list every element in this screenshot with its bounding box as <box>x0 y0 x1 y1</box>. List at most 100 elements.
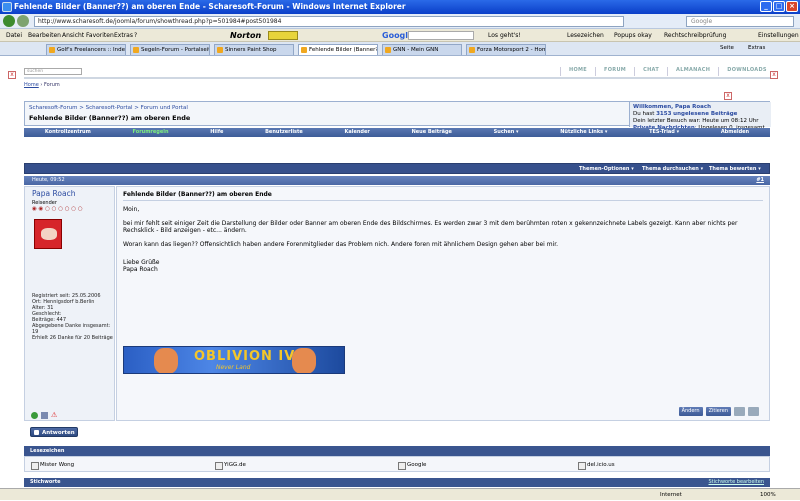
ie-icon <box>2 2 12 12</box>
nav-forumregeln[interactable]: Forumregeln <box>133 128 169 137</box>
bookmark-delicious[interactable]: del.icio.us <box>578 457 615 473</box>
close-button[interactable]: × <box>786 1 798 12</box>
nav-tes-triad[interactable]: TES-Triad ▾ <box>649 128 679 137</box>
tab-item[interactable]: Sinners Paint Shop <box>214 44 294 55</box>
bookmark-google[interactable]: Google <box>398 457 426 473</box>
google-toolbar-input[interactable] <box>408 31 474 40</box>
nav-benutzerliste[interactable]: Benutzerliste <box>265 128 303 137</box>
thread-options-menu[interactable]: Themen-Optionen ▾ <box>579 164 634 174</box>
nav-suchen[interactable]: Suchen ▾ <box>494 128 519 137</box>
spellcheck-button[interactable]: Rechtschreibprüfung <box>664 29 726 42</box>
menu-bearbeiten[interactable]: Bearbeiten <box>28 29 61 42</box>
window-titlebar: Fehlende Bilder (Banner??) am oberen End… <box>0 0 800 14</box>
lesezeichen-button[interactable]: Lesezeichen <box>567 29 604 42</box>
banner-subtitle: Never Land <box>216 364 251 371</box>
nav-kalender[interactable]: Kalender <box>345 128 370 137</box>
online-status-icon <box>31 412 38 419</box>
nav-kontrollzentrum[interactable]: Kontrollzentrum <box>45 128 91 137</box>
divider <box>123 200 763 201</box>
topnav-chat[interactable]: CHAT <box>634 67 667 76</box>
thread-title: Fehlende Bilder (Banner??) am oberen End… <box>29 114 191 122</box>
broken-image-icon: x <box>724 92 732 100</box>
extras-menu[interactable]: Extras <box>748 45 765 51</box>
security-zone: Internet <box>660 492 682 498</box>
google-go-button[interactable]: Los geht's! <box>488 29 521 42</box>
search-input[interactable]: Google <box>686 16 794 27</box>
edit-tags-link[interactable]: Stichworte bearbeiten <box>709 478 765 487</box>
topnav-downloads[interactable]: DOWNLOADS <box>718 67 775 76</box>
post-signature-line: Papa Roach <box>123 266 158 273</box>
post-username[interactable]: Papa Roach <box>32 189 75 198</box>
rank-stars: ◉ ◉ ○ ○ ○ ○ ○ ○ <box>32 206 83 212</box>
post-text: Moin, bei mir fehlt seit einiger Zeit di… <box>123 206 763 273</box>
nav-links[interactable]: Nützliche Links ▾ <box>560 128 607 137</box>
quick-reply-icon[interactable] <box>748 407 759 416</box>
report-icon[interactable]: ⚠ <box>51 412 57 419</box>
topnav-home[interactable]: HOME <box>560 67 595 76</box>
broken-image-icon: x <box>8 71 16 79</box>
seite-menu[interactable]: Seite <box>720 45 734 51</box>
menu-favoriten[interactable]: Favoriten <box>86 29 114 42</box>
avatar[interactable] <box>34 219 62 249</box>
post-paragraph: Woran kann das liegen?? Offensichtlich h… <box>123 241 559 248</box>
thread-rate-menu[interactable]: Thema bewerten ▾ <box>709 164 761 174</box>
tab-item-active[interactable]: Fehlende Bilder (Banner?... <box>298 44 378 55</box>
thread-search-menu[interactable]: Thema durchsuchen ▾ <box>642 164 703 174</box>
forum-navbar: Kontrollzentrum Forumregeln Hilfe Benutz… <box>24 128 770 137</box>
topnav-forum[interactable]: FORUM <box>595 67 634 76</box>
unread-count: 3153 <box>656 111 672 117</box>
breadcrumb: Home › Forum <box>24 82 60 88</box>
menu-bar: Datei Bearbeiten Ansicht Favoriten Extra… <box>0 29 800 42</box>
minimize-button[interactable]: _ <box>760 1 772 12</box>
profile-icon[interactable] <box>41 412 48 419</box>
unread-link[interactable]: ungelesene Beiträge <box>673 111 737 117</box>
breadcrumb-forum[interactable]: Forum <box>44 82 60 88</box>
url-input[interactable]: http://www.scharesoft.de/joomla/forum/sh… <box>34 16 624 27</box>
banner-figure <box>154 348 178 373</box>
tab-item[interactable]: GNN - Mein GNN <box>382 44 462 55</box>
back-icon[interactable] <box>3 15 15 27</box>
norton-logo: Norton <box>230 31 262 40</box>
last-visit: Dein letzter Besuch war: Heute um 08:12 … <box>633 118 759 124</box>
reply-button-bottom[interactable]: Antworten <box>30 427 78 437</box>
site-search-input[interactable]: suchen <box>24 68 82 75</box>
topnav-almanach[interactable]: ALMANACH <box>667 67 718 76</box>
welcome-user[interactable]: Papa Roach <box>675 104 711 110</box>
signature-banner: OBLIVION IV Never Land <box>123 346 345 374</box>
bookmark-mister-wong[interactable]: Mister Wong <box>31 457 74 473</box>
unread-prefix: Du hast <box>633 111 655 117</box>
nav-abmelden[interactable]: Abmelden <box>721 128 749 137</box>
forward-icon[interactable] <box>17 15 29 27</box>
norton-status-icon[interactable] <box>268 31 298 40</box>
breadcrumb-home[interactable]: Home <box>24 82 39 88</box>
zoom-level[interactable]: 100% <box>760 489 776 501</box>
user-info-line: Erhielt 26 Danke für 20 Beiträge <box>32 335 113 341</box>
edit-button[interactable]: Ändern <box>678 407 703 416</box>
forum-crumbs[interactable]: Scharesoft-Forum > Scharesoft-Portal > F… <box>29 105 188 111</box>
settings-button[interactable]: Einstellungen <box>758 29 799 42</box>
tab-item[interactable]: Segeln-Forum - Portalseite <box>130 44 210 55</box>
window-title: Fehlende Bilder (Banner??) am oberen End… <box>14 2 406 11</box>
menu-datei[interactable]: Datei <box>6 29 22 42</box>
menu-help[interactable]: ? <box>134 29 137 42</box>
bookmark-yigg[interactable]: YiGG.de <box>215 457 246 473</box>
address-bar: http://www.scharesoft.de/joomla/forum/sh… <box>0 14 800 29</box>
menu-ansicht[interactable]: Ansicht <box>62 29 84 42</box>
user-panel: Papa Roach Reisender ◉ ◉ ○ ○ ○ ○ ○ ○ Reg… <box>24 186 115 421</box>
multiquote-icon[interactable] <box>734 407 745 416</box>
status-bar: Internet 100% <box>0 488 800 500</box>
maximize-button[interactable]: □ <box>773 1 785 12</box>
post-buttons: Ändern Zitieren <box>678 407 759 416</box>
tab-item[interactable]: Forza Motorsport 2 - Home <box>466 44 546 55</box>
divider <box>24 77 770 79</box>
welcome-box: Willkommen, Papa Roach Du hast 3153 unge… <box>629 102 771 138</box>
quote-button[interactable]: Zitieren <box>705 407 731 416</box>
menu-extras[interactable]: Extras <box>114 29 133 42</box>
tab-item[interactable]: Golf's Freelancers :: Index <box>46 44 126 55</box>
nav-hilfe[interactable]: Hilfe <box>210 128 223 137</box>
forum-header-panel: Scharesoft-Forum > Scharesoft-Portal > F… <box>24 101 771 138</box>
post-number[interactable]: #1 <box>756 176 764 185</box>
nav-neue-beitraege[interactable]: Neue Beiträge <box>412 128 452 137</box>
popups-button[interactable]: Popups okay <box>614 29 652 42</box>
welcome-label: Willkommen, <box>633 104 674 110</box>
